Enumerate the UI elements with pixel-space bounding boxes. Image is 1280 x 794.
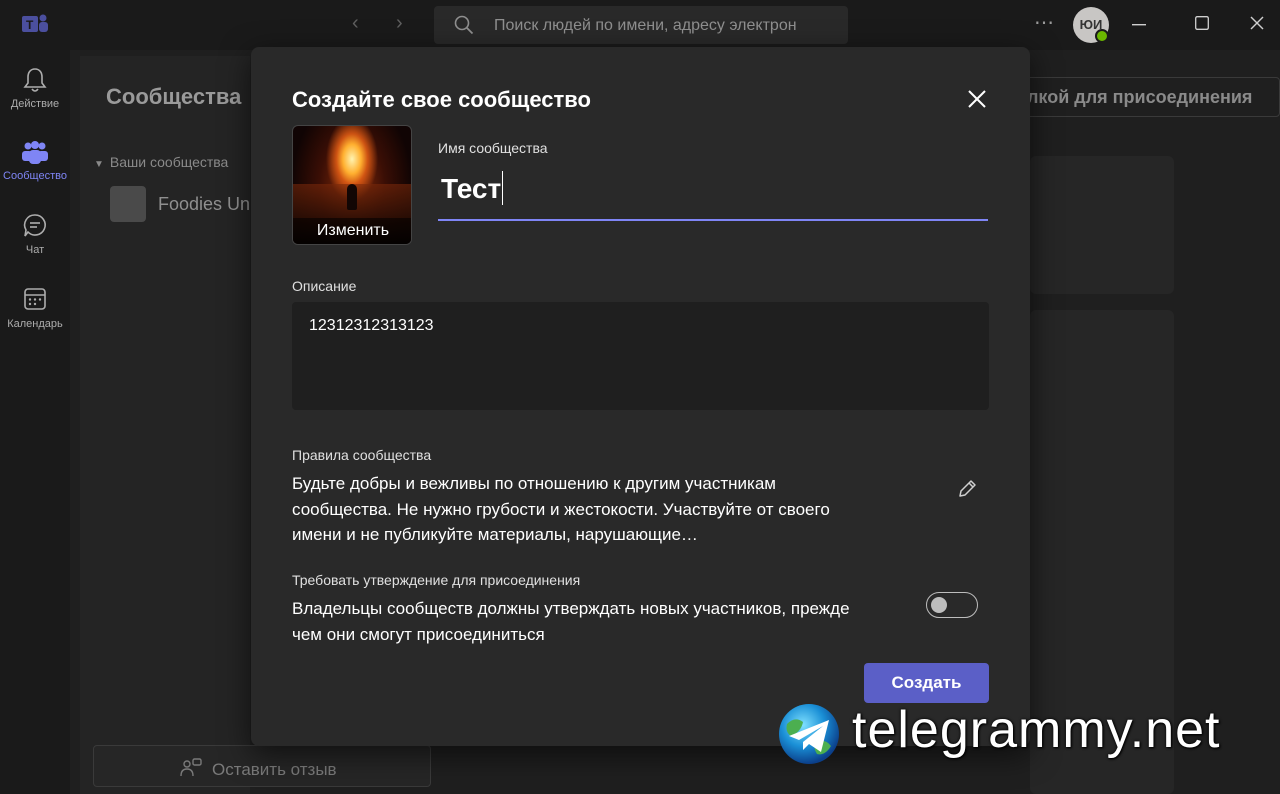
app-rail: T Действие Сообщество Чат Календарь: [0, 0, 70, 794]
rail-item-community[interactable]: Сообщество: [0, 140, 70, 204]
rules-text: Будьте добры и вежливы по отношению к др…: [292, 474, 830, 544]
close-window-icon[interactable]: [1250, 16, 1264, 30]
back-arrow-icon[interactable]: ‹: [352, 12, 359, 35]
join-link-button[interactable]: лкой для присоединения: [1026, 77, 1280, 117]
teams-logo-icon[interactable]: T: [22, 12, 48, 36]
photo-figure: [347, 184, 357, 210]
feedback-label: Оставить отзыв: [212, 760, 337, 779]
rail-item-label: Действие: [10, 98, 60, 110]
toggle-knob: [931, 597, 947, 613]
your-communities-group[interactable]: ▼ Ваши сообщества: [94, 154, 228, 170]
close-icon[interactable]: [965, 87, 989, 111]
community-name-label: Имя сообщества: [438, 140, 548, 156]
presence-available-icon: [1095, 29, 1109, 43]
description-label: Описание: [292, 278, 357, 294]
approval-toggle[interactable]: [926, 592, 978, 618]
text-caret: [502, 171, 504, 205]
sidebar-item-community[interactable]: Foodies Un: [110, 186, 250, 222]
communities-sidebar: Сообщества ▼ Ваши сообщества Foodies Un: [80, 56, 250, 794]
rail-item-label: Чат: [25, 244, 45, 256]
people-icon: [22, 141, 48, 164]
more-options-icon[interactable]: ⋯: [1034, 10, 1055, 35]
rail-item-label: Календарь: [7, 318, 63, 330]
feedback-icon: [180, 758, 202, 777]
description-value: 12312312313123: [309, 317, 434, 334]
rules-label: Правила сообщества: [292, 447, 432, 463]
sidebar-title: Сообщества: [106, 84, 242, 109]
approval-label: Требовать утверждение для присоединения: [292, 572, 581, 588]
calendar-icon: [24, 288, 46, 310]
description-textarea[interactable]: 12312312313123: [292, 302, 989, 410]
rail-item-label: Сообщество: [3, 170, 67, 182]
maximize-icon[interactable]: [1195, 16, 1209, 30]
dialog-title: Создайте свое сообщество: [292, 87, 591, 112]
create-button[interactable]: Создать: [864, 663, 989, 703]
watermark-text: telegrammy.net: [852, 701, 1221, 759]
approval-text: Владельцы сообществ должны утверждать но…: [292, 599, 850, 644]
caret-down-icon: ▼: [94, 159, 104, 170]
bell-icon: [23, 68, 47, 92]
rail-item-activity[interactable]: Действие: [0, 66, 70, 130]
community-photo[interactable]: Изменить: [292, 125, 412, 245]
background-card: [1030, 156, 1174, 294]
group-label: Ваши сообщества: [109, 154, 229, 170]
telegram-globe-logo-icon: [779, 704, 839, 764]
join-link-label: лкой для присоединения: [1027, 87, 1253, 107]
community-name-value: Тест: [441, 173, 502, 204]
search-box[interactable]: Поиск людей по имени, адресу электрон: [434, 6, 848, 44]
create-community-dialog: Создайте свое сообщество Изменить Имя со…: [251, 47, 1030, 746]
rail-item-chat[interactable]: Чат: [0, 212, 70, 276]
rail-item-calendar[interactable]: Календарь: [0, 286, 70, 350]
community-name: Foodies Un: [158, 193, 251, 214]
pencil-edit-icon[interactable]: [956, 478, 978, 500]
chat-icon: [23, 214, 46, 237]
community-avatar: [110, 186, 146, 222]
feedback-button[interactable]: Оставить отзыв: [93, 745, 431, 787]
svg-text:T: T: [26, 18, 34, 32]
change-photo-button[interactable]: Изменить: [293, 218, 411, 244]
forward-arrow-icon[interactable]: ›: [396, 12, 403, 35]
search-input[interactable]: Поиск людей по имени, адресу электрон: [494, 17, 797, 35]
minimize-icon[interactable]: [1132, 24, 1146, 26]
community-name-input[interactable]: Тест: [438, 165, 988, 221]
search-icon: [454, 15, 474, 35]
title-bar: ‹ › Поиск людей по имени, адресу электро…: [70, 0, 1280, 50]
